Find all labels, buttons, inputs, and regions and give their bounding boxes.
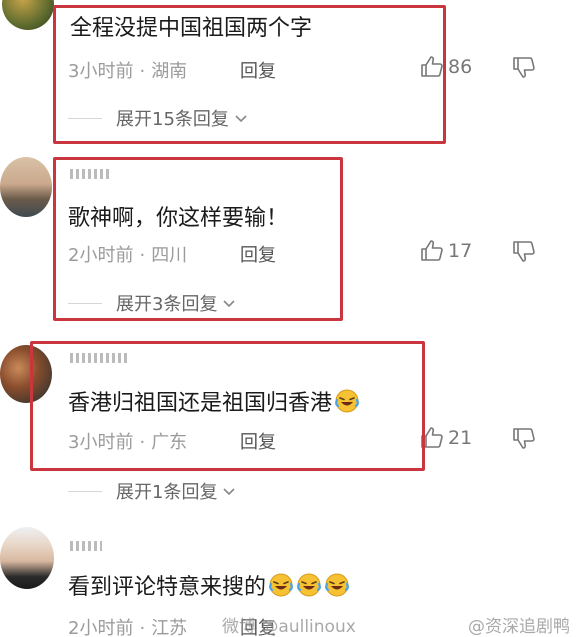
like-count: 17 — [448, 240, 473, 262]
reply-button[interactable]: 回复 — [240, 428, 276, 454]
dislike-button[interactable] — [512, 426, 536, 454]
weibo-watermark: 微博 @aullinoux — [222, 617, 356, 637]
dislike-button[interactable] — [512, 55, 536, 83]
thumbs-up-icon — [421, 427, 443, 448]
avatar[interactable] — [2, 0, 54, 30]
thumbs-down-icon — [513, 241, 535, 262]
like-button[interactable]: 86 — [420, 55, 472, 79]
comment-location: 四川 — [151, 245, 188, 266]
comment-time: 2小时前 — [68, 618, 134, 637]
blurred-username — [70, 541, 102, 551]
laughing-crying-emoji — [296, 572, 322, 604]
expand-replies-button[interactable]: 展开15条回复 — [68, 105, 249, 131]
comment-meta: 3小时前 · 湖南 — [68, 57, 187, 83]
comment-time: 3小时前 — [68, 432, 134, 453]
laughing-crying-emoji — [268, 572, 294, 604]
expand-replies-button[interactable]: 展开1条回复 — [68, 478, 237, 504]
avatar[interactable] — [0, 345, 52, 403]
reply-button[interactable]: 回复 — [240, 57, 276, 83]
like-count: 86 — [448, 56, 473, 78]
blurred-username — [70, 353, 130, 363]
comment-location: 江苏 — [151, 618, 188, 637]
comment-meta: 2小时前 · 四川 — [68, 241, 187, 267]
chevron-down-icon — [223, 488, 236, 496]
comment-text: 看到评论特意来搜的 — [68, 569, 350, 604]
divider-line — [68, 302, 102, 304]
thumbs-down-icon — [513, 428, 535, 449]
separator-dot: · — [139, 432, 146, 453]
expand-label: 展开3条回复 — [116, 294, 218, 315]
username — [70, 352, 130, 367]
comment-body: 看到评论特意来搜的 — [68, 575, 267, 600]
chevron-down-icon — [235, 115, 247, 123]
account-watermark: @资深追剧鸭 — [468, 617, 570, 637]
like-count: 21 — [448, 427, 473, 449]
expand-replies-button[interactable]: 展开3条回复 — [68, 290, 237, 316]
separator-dot: · — [139, 618, 146, 637]
comment-text: 香港归祖国还是祖国归香港 — [68, 385, 360, 420]
divider-line — [68, 117, 102, 119]
comment-text: 歌神啊，你这样要输！ — [68, 206, 289, 231]
comment-location: 湖南 — [151, 61, 188, 82]
username — [70, 540, 102, 555]
laughing-crying-emoji — [324, 572, 350, 604]
laughing-crying-emoji — [334, 388, 360, 420]
reply-button[interactable]: 回复 — [240, 241, 276, 267]
expand-label: 展开1条回复 — [116, 482, 218, 503]
dislike-button[interactable] — [512, 239, 536, 267]
like-button[interactable]: 21 — [420, 426, 472, 450]
separator-dot: · — [139, 245, 146, 266]
comment-location: 广东 — [151, 432, 188, 453]
thumbs-up-icon — [421, 240, 443, 261]
separator-dot: · — [139, 61, 146, 82]
avatar[interactable] — [0, 157, 52, 217]
thumbs-down-icon — [513, 57, 535, 78]
chevron-down-icon — [223, 300, 236, 308]
blurred-username — [70, 169, 110, 179]
comment-meta: 3小时前 · 广东 — [68, 428, 187, 454]
username — [70, 168, 110, 183]
comment-text: 全程没提中国祖国两个字 — [70, 16, 313, 41]
thumbs-up-icon — [421, 56, 443, 77]
avatar[interactable] — [0, 527, 54, 589]
divider-line — [68, 490, 102, 492]
comment-time: 2小时前 — [68, 245, 134, 266]
comment-meta: 2小时前 · 江苏 — [68, 614, 187, 637]
like-button[interactable]: 17 — [420, 239, 472, 263]
expand-label: 展开15条回复 — [116, 109, 229, 130]
comment-body: 香港归祖国还是祖国归香港 — [68, 391, 333, 416]
comment-time: 3小时前 — [68, 61, 134, 82]
